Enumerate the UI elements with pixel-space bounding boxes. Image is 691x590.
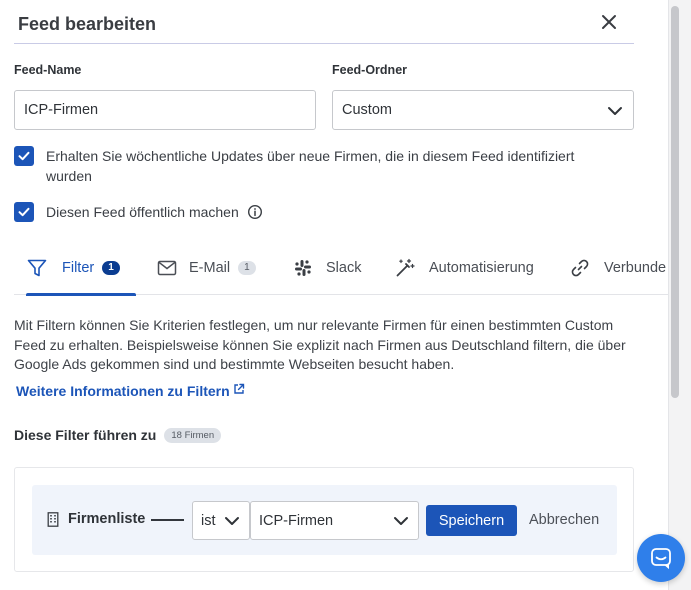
weekly-updates-option: Erhalten Sie wöchentliche Updates über n… (14, 146, 624, 186)
filter-row: Firmenliste ist ICP-Firmen Speichern Abb… (32, 485, 617, 555)
filter-value-text: ICP-Firmen (259, 512, 334, 529)
tab-slack[interactable]: Slack (294, 240, 361, 295)
filter-result-badge: 18 Firmen (164, 427, 222, 443)
edit-feed-dialog: Feed bearbeiten Feed-Name Feed-Ordner Cu… (0, 0, 668, 590)
filter-result-label: Diese Filter führen zu (14, 427, 157, 443)
dialog-header: Feed bearbeiten (14, 0, 634, 44)
feed-name-field[interactable] (14, 90, 316, 130)
tab-slack-label: Slack (326, 259, 362, 276)
public-feed-option: Diesen Feed öffentlich machen (14, 202, 263, 222)
chevron-down-icon (394, 517, 408, 525)
filter-icon (27, 259, 47, 276)
public-feed-text: Diesen Feed öffentlich machen (46, 204, 239, 220)
tab-email[interactable]: E-Mail 1 (157, 240, 256, 295)
feed-folder-value: Custom (342, 102, 392, 118)
chevron-down-icon (225, 517, 239, 525)
filter-operator-value: ist (201, 512, 216, 529)
mail-icon (157, 260, 177, 275)
filter-info-link[interactable]: Weitere Informationen zu Filtern (16, 383, 245, 399)
chevron-down-icon (608, 107, 622, 115)
magic-wand-icon (396, 258, 415, 276)
filter-operator-select[interactable]: ist (192, 501, 250, 540)
filter-connector-line (151, 519, 184, 521)
external-link-icon (233, 383, 244, 394)
tab-connected-label: Verbunde (604, 259, 667, 276)
filter-description: Mit Filtern können Sie Kriterien festleg… (14, 317, 626, 372)
tab-automation[interactable]: Automatisierung (395, 240, 534, 295)
chat-button[interactable] (637, 534, 685, 582)
filter-box: Firmenliste ist ICP-Firmen Speichern Abb… (14, 467, 634, 572)
public-feed-checkbox[interactable] (14, 202, 34, 222)
scrollbar-thumb[interactable] (671, 6, 679, 398)
tab-filter-label: Filter (62, 259, 95, 276)
filter-result: Diese Filter führen zu 18 Firmen (14, 427, 222, 443)
tab-email-label: E-Mail (189, 259, 231, 276)
filter-field-name: Firmenliste (68, 511, 146, 527)
feed-name-label: Feed-Name (14, 63, 82, 77)
feed-tabs: Filter 1 E-Mail 1 Slack Automatisierung … (14, 240, 668, 296)
scrollbar[interactable] (668, 0, 691, 590)
building-icon (47, 512, 59, 527)
save-button[interactable]: Speichern (426, 505, 517, 536)
feed-name-input[interactable] (24, 102, 306, 118)
close-icon[interactable] (600, 13, 618, 31)
feed-folder-select[interactable]: Custom (332, 90, 634, 130)
checkmark-icon (18, 207, 30, 217)
slack-icon (295, 259, 311, 276)
chat-icon (651, 548, 671, 570)
cancel-button[interactable]: Abbrechen (529, 512, 599, 528)
info-icon[interactable] (247, 204, 263, 220)
checkmark-icon (18, 151, 30, 161)
feed-folder-label: Feed-Ordner (332, 63, 408, 77)
filter-info-link-text: Weitere Informationen zu Filtern (16, 383, 230, 399)
tab-automation-label: Automatisierung (429, 259, 534, 276)
weekly-updates-text: Erhalten Sie wöchentliche Updates über n… (46, 148, 575, 184)
weekly-updates-checkbox[interactable] (14, 146, 34, 166)
tab-email-badge: 1 (238, 260, 256, 275)
link-icon (571, 259, 589, 276)
filter-value-select[interactable]: ICP-Firmen (250, 501, 419, 540)
tab-connected[interactable]: Verbunde (570, 240, 666, 295)
tab-filter[interactable]: Filter 1 (26, 240, 136, 296)
tab-filter-badge: 1 (102, 260, 120, 275)
dialog-title: Feed bearbeiten (18, 14, 157, 34)
